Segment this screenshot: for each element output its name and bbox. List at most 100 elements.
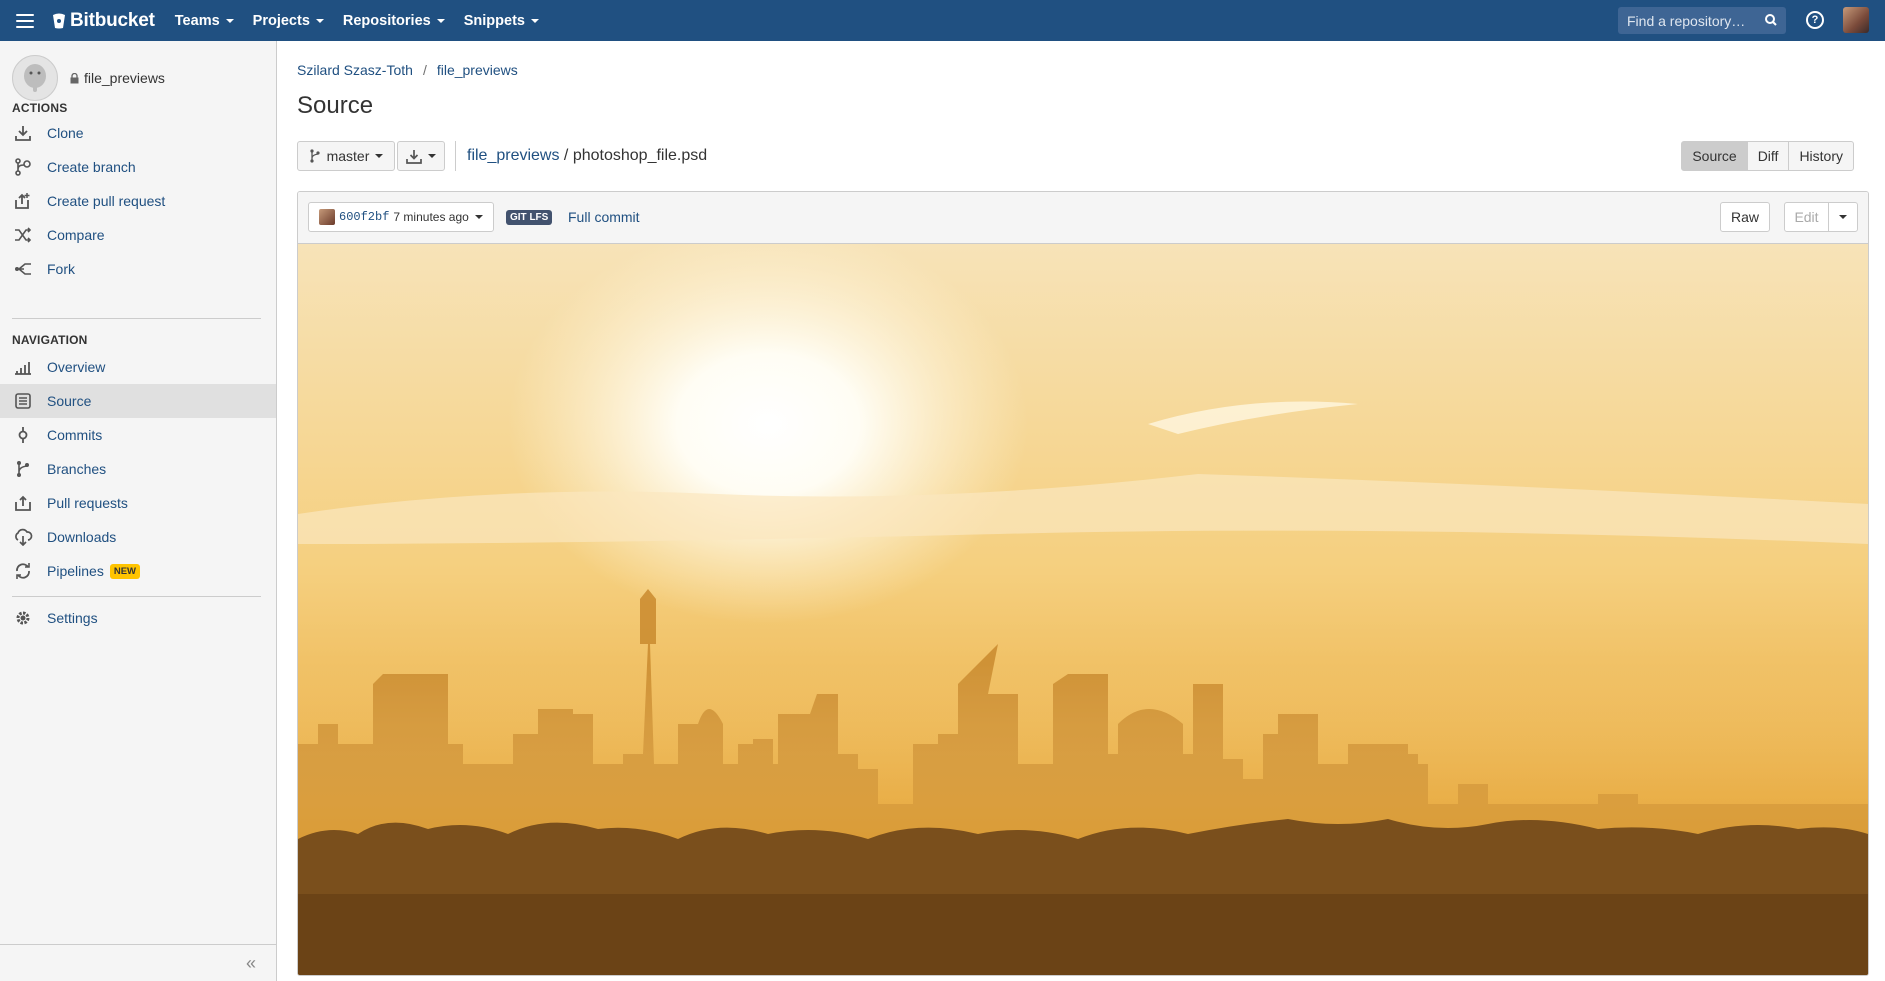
page-title: Source <box>297 92 374 119</box>
user-avatar[interactable] <box>1843 7 1869 33</box>
breadcrumb-repo-link[interactable]: file_previews <box>437 62 518 78</box>
chevron-down-icon <box>436 18 445 23</box>
lock-icon <box>70 72 79 83</box>
projects-menu[interactable]: Projects <box>253 13 324 29</box>
chevron-down-icon <box>315 18 324 23</box>
elephant-icon <box>24 64 46 92</box>
snippets-menu[interactable]: Snippets <box>464 13 539 29</box>
pipelines-icon <box>12 560 34 582</box>
edit-button-group: Edit <box>1784 202 1858 232</box>
sidebar-item-label: Commits <box>47 427 103 443</box>
tab-history[interactable]: History <box>1788 141 1854 171</box>
tab-source[interactable]: Source <box>1681 141 1748 171</box>
sidebar-item-label: Fork <box>47 261 75 277</box>
full-commit-link[interactable]: Full commit <box>568 209 640 225</box>
edit-options-dropdown[interactable] <box>1828 202 1858 232</box>
tab-diff[interactable]: Diff <box>1746 141 1790 171</box>
commit-selector[interactable]: 600f2bf 7 minutes ago <box>308 202 494 232</box>
sidebar-item-pull-requests[interactable]: Pull requests <box>0 486 276 520</box>
low-haze <box>298 664 1868 844</box>
create-branch-icon <box>12 156 34 178</box>
pull-requests-icon <box>12 492 34 514</box>
sidebar-item-branches[interactable]: Branches <box>0 452 276 486</box>
repo-avatar[interactable] <box>12 55 58 101</box>
chevron-down-icon <box>530 18 539 23</box>
bitbucket-bucket-icon <box>53 13 65 28</box>
brand-name: Bitbucket <box>70 9 155 31</box>
committer-avatar <box>319 209 335 225</box>
sidebar-item-label: Pipelines <box>47 563 104 579</box>
branch-name: master <box>326 148 370 164</box>
sidebar-item-label: Downloads <box>47 529 117 545</box>
sidebar-item-create-pull-request[interactable]: Create pull request <box>0 184 276 218</box>
chevron-down-icon <box>375 154 384 158</box>
navigation-title: NAVIGATION <box>12 333 88 347</box>
breadcrumb-owner-link[interactable]: Szilard Szasz-Toth <box>297 62 413 78</box>
fork-icon <box>12 258 34 280</box>
actions-title: ACTIONS <box>12 101 68 115</box>
view-tabs: Source Diff History <box>1681 141 1854 171</box>
image-preview <box>298 244 1868 975</box>
teams-menu[interactable]: Teams <box>175 13 234 29</box>
sidebar-item-settings[interactable]: Settings <box>0 601 276 635</box>
overview-icon <box>12 356 34 378</box>
commit-age: 7 minutes ago <box>393 210 469 224</box>
downloads-icon <box>12 526 34 548</box>
sidebar-item-fork[interactable]: Fork <box>0 252 276 286</box>
top-navigation-bar: Bitbucket Teams Projects Repositories Sn… <box>0 0 1885 41</box>
new-badge: NEW <box>109 563 140 579</box>
edit-button[interactable]: Edit <box>1784 202 1829 232</box>
toolbar-divider <box>455 141 456 171</box>
sidebar-item-create-branch[interactable]: Create branch <box>0 150 276 184</box>
sidebar-item-source[interactable]: Source <box>0 384 276 418</box>
sidebar-item-label: Clone <box>47 125 84 141</box>
path-separator: / <box>559 147 573 164</box>
breadcrumb: Szilard Szasz-Toth / file_previews <box>297 62 518 78</box>
sidebar-divider <box>12 318 261 319</box>
path-file-name: photoshop_file.psd <box>572 147 708 164</box>
repo-name-label: file_previews <box>84 70 165 86</box>
compare-icon <box>12 224 34 246</box>
commits-icon <box>12 424 34 446</box>
git-lfs-badge: GIT LFS <box>506 210 553 225</box>
chevron-down-icon <box>428 154 436 158</box>
sidebar-item-label: Source <box>47 393 92 409</box>
collapse-sidebar-button[interactable]: « <box>0 944 276 981</box>
repository-search-input[interactable]: Find a repository… <box>1618 7 1786 34</box>
menu-icon[interactable] <box>16 13 34 28</box>
sidebar-item-pipelines[interactable]: Pipelines NEW <box>0 554 276 588</box>
download-icon <box>406 149 422 164</box>
repositories-menu[interactable]: Repositories <box>343 13 445 29</box>
download-dropdown-button[interactable] <box>397 141 445 171</box>
help-icon[interactable]: ? <box>1806 11 1824 29</box>
commit-hash: 600f2bf <box>339 210 390 224</box>
create-pull-request-icon <box>12 190 34 212</box>
sidebar-item-compare[interactable]: Compare <box>0 218 276 252</box>
sidebar-item-overview[interactable]: Overview <box>0 350 276 384</box>
chevron-down-icon <box>1839 215 1847 219</box>
sidebar-item-label: Compare <box>47 227 105 243</box>
sidebar-item-label: Branches <box>47 461 107 477</box>
clone-icon <box>12 122 34 144</box>
sidebar-item-label: Create pull request <box>47 193 166 209</box>
sidebar-item-commits[interactable]: Commits <box>0 418 276 452</box>
repositories-label: Repositories <box>342 12 431 29</box>
breadcrumb-separator: / <box>422 62 427 78</box>
sidebar-item-clone[interactable]: Clone <box>0 116 276 150</box>
branch-selector[interactable]: master <box>297 141 395 171</box>
sidebar-item-label: Pull requests <box>47 495 128 511</box>
repo-name[interactable]: file_previews <box>70 70 165 86</box>
raw-button[interactable]: Raw <box>1720 202 1770 232</box>
foreground-shadow <box>298 894 1868 975</box>
file-path: file_previews / photoshop_file.psd <box>467 147 707 165</box>
sidebar-item-label: Settings <box>47 610 98 626</box>
source-icon <box>12 390 34 412</box>
branches-icon <box>12 458 34 480</box>
bitbucket-logo[interactable]: Bitbucket <box>52 10 155 32</box>
sidebar-item-downloads[interactable]: Downloads <box>0 520 276 554</box>
gear-icon <box>12 607 34 629</box>
path-dir-link[interactable]: file_previews <box>467 147 559 164</box>
branch-icon <box>309 149 320 163</box>
sidebar: file_previews ACTIONS Clone Create branc… <box>0 41 277 981</box>
sidebar-item-label: Overview <box>47 359 106 375</box>
